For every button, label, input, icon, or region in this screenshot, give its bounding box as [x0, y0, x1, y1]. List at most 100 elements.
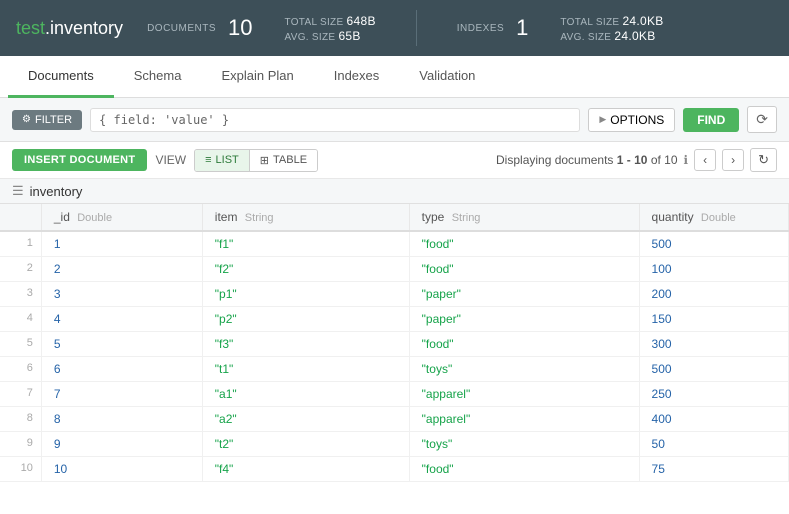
table-row: 6 6 "t1" "toys" 500: [0, 357, 789, 382]
type-cell: "food": [409, 457, 639, 482]
id-cell: 4: [41, 307, 202, 332]
type-cell: "toys": [409, 357, 639, 382]
prev-page-button[interactable]: ‹: [694, 149, 716, 171]
total-size-label: TOTAL SIZE 648B: [285, 14, 376, 28]
db-title: test.inventory: [16, 18, 123, 39]
quantity-cell: 400: [639, 407, 788, 432]
id-cell: 3: [41, 282, 202, 307]
tab-indexes[interactable]: Indexes: [314, 56, 400, 98]
info-icon[interactable]: ℹ: [684, 153, 689, 167]
table-row: 9 9 "t2" "toys" 50: [0, 432, 789, 457]
indexes-total-label: TOTAL SIZE 24.0KB: [560, 14, 663, 28]
table-row: 1 1 "f1" "food" 500: [0, 231, 789, 257]
indexes-size-stat: TOTAL SIZE 24.0KB AVG. SIZE 24.0KB: [560, 14, 663, 43]
item-cell: "p2": [202, 307, 409, 332]
documents-stat: DOCUMENTS 10: [147, 15, 252, 41]
item-cell: "t2": [202, 432, 409, 457]
header: test.inventory DOCUMENTS 10 TOTAL SIZE 6…: [0, 0, 789, 56]
id-cell: 5: [41, 332, 202, 357]
action-right: Displaying documents 1 - 10 of 10 ℹ ‹ › …: [496, 148, 777, 172]
type-cell: "toys": [409, 432, 639, 457]
type-cell: "paper": [409, 282, 639, 307]
quantity-cell: 250: [639, 382, 788, 407]
row-number: 2: [0, 257, 41, 282]
tab-schema[interactable]: Schema: [114, 56, 202, 98]
indexes-label: INDEXES: [457, 23, 504, 34]
documents-table: _id Double item String type String quant…: [0, 204, 789, 482]
query-toolbar: FILTER OPTIONS FIND ⟳: [0, 98, 789, 142]
documents-table-container: _id Double item String type String quant…: [0, 204, 789, 501]
row-number: 6: [0, 357, 41, 382]
type-cell: "apparel": [409, 407, 639, 432]
filter-button[interactable]: FILTER: [12, 110, 82, 130]
indexes-stat: INDEXES 1: [457, 15, 529, 41]
filter-input[interactable]: [90, 108, 580, 132]
next-page-button[interactable]: ›: [722, 149, 744, 171]
table-header: _id Double item String type String quant…: [0, 204, 789, 231]
type-column-header: type String: [409, 204, 639, 231]
collection-header: ☰ inventory: [0, 179, 789, 204]
avg-size-label: AVG. SIZE 65B: [285, 29, 376, 43]
table-row: 10 10 "f4" "food" 75: [0, 457, 789, 482]
view-toggle: ≡ LIST ⊞ TABLE: [194, 149, 318, 172]
list-view-button[interactable]: ≡ LIST: [195, 150, 250, 171]
table-view-button[interactable]: ⊞ TABLE: [250, 150, 317, 171]
row-number: 8: [0, 407, 41, 432]
documents-count: 10: [228, 15, 252, 41]
type-cell: "apparel": [409, 382, 639, 407]
table-row: 2 2 "f2" "food" 100: [0, 257, 789, 282]
tab-validation[interactable]: Validation: [399, 56, 495, 98]
displaying-text: Displaying documents 1 - 10 of 10: [496, 153, 678, 167]
table-body: 1 1 "f1" "food" 500 2 2 "f2" "food" 100 …: [0, 231, 789, 482]
history-button[interactable]: ⟳: [747, 106, 777, 133]
id-column-header: _id Double: [41, 204, 202, 231]
id-cell: 6: [41, 357, 202, 382]
item-cell: "a2": [202, 407, 409, 432]
quantity-cell: 500: [639, 231, 788, 257]
indexes-count: 1: [516, 15, 528, 41]
quantity-cell: 500: [639, 357, 788, 382]
item-cell: "f4": [202, 457, 409, 482]
quantity-cell: 50: [639, 432, 788, 457]
quantity-column-header: quantity Double: [639, 204, 788, 231]
options-button[interactable]: OPTIONS: [588, 108, 675, 132]
item-cell: "t1": [202, 357, 409, 382]
quantity-cell: 75: [639, 457, 788, 482]
item-cell: "a1": [202, 382, 409, 407]
table-row: 8 8 "a2" "apparel" 400: [0, 407, 789, 432]
row-number: 7: [0, 382, 41, 407]
documents-size-stat: TOTAL SIZE 648B AVG. SIZE 65B: [285, 14, 376, 43]
item-cell: "f1": [202, 231, 409, 257]
row-number: 4: [0, 307, 41, 332]
tab-bar: Documents Schema Explain Plan Indexes Va…: [0, 56, 789, 98]
type-cell: "food": [409, 257, 639, 282]
find-button[interactable]: FIND: [683, 108, 739, 132]
quantity-cell: 200: [639, 282, 788, 307]
action-left: INSERT DOCUMENT VIEW ≡ LIST ⊞ TABLE: [12, 149, 318, 172]
type-cell: "food": [409, 231, 639, 257]
row-number: 10: [0, 457, 41, 482]
id-cell: 2: [41, 257, 202, 282]
table-row: 3 3 "p1" "paper" 200: [0, 282, 789, 307]
tab-documents[interactable]: Documents: [8, 56, 114, 98]
quantity-cell: 150: [639, 307, 788, 332]
collection-icon: ☰: [12, 183, 24, 199]
tab-explain-plan[interactable]: Explain Plan: [201, 56, 313, 98]
refresh-button[interactable]: ↻: [750, 148, 777, 172]
quantity-cell: 100: [639, 257, 788, 282]
stat-divider: [416, 10, 417, 46]
row-number: 9: [0, 432, 41, 457]
db-test: test: [16, 18, 45, 38]
indexes-avg-label: AVG. SIZE 24.0KB: [560, 29, 663, 43]
item-column-header: item String: [202, 204, 409, 231]
quantity-cell: 300: [639, 332, 788, 357]
item-cell: "f3": [202, 332, 409, 357]
insert-document-button[interactable]: INSERT DOCUMENT: [12, 149, 147, 171]
id-cell: 8: [41, 407, 202, 432]
id-cell: 7: [41, 382, 202, 407]
id-cell: 9: [41, 432, 202, 457]
header-stats: DOCUMENTS 10 TOTAL SIZE 648B AVG. SIZE 6…: [147, 10, 664, 46]
row-number: 1: [0, 231, 41, 257]
type-cell: "paper": [409, 307, 639, 332]
documents-label: DOCUMENTS: [147, 23, 216, 34]
